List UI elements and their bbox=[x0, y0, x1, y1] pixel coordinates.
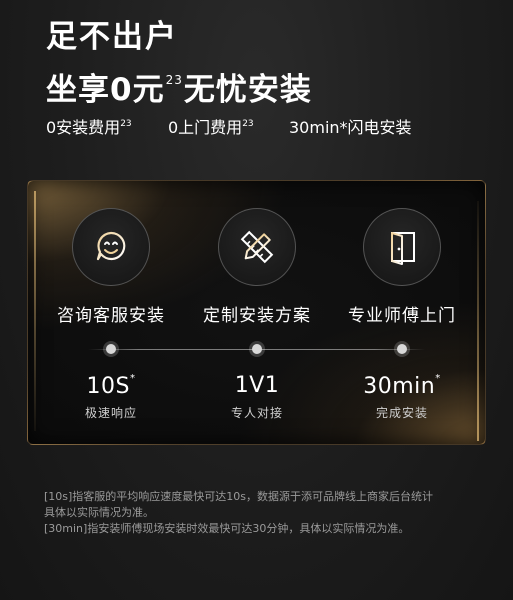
headline-line2: 坐享0元23无忧安装 bbox=[46, 60, 312, 110]
timeline-dot bbox=[252, 344, 262, 354]
service-stat-caption: 完成安装 bbox=[375, 406, 428, 420]
feature-list: 0安装费用23 0上门费用23 30min*闪电安装 bbox=[46, 114, 412, 138]
feature-sup: 23 bbox=[242, 119, 254, 129]
feature-label: 30min*闪电安装 bbox=[289, 118, 412, 137]
service-stat-caption: 极速响应 bbox=[84, 406, 137, 420]
timeline-dot bbox=[106, 344, 116, 354]
headline: 足不出户 坐享0元23无忧安装 bbox=[46, 18, 312, 110]
service-stat: 1V1 bbox=[182, 373, 332, 398]
door-icon bbox=[363, 208, 441, 286]
stat-value: 30min bbox=[363, 374, 436, 399]
feature-item: 0上门费用23 bbox=[168, 114, 289, 138]
service-label: 定制安装方案 bbox=[203, 306, 311, 326]
headline-line2-pre: 坐享0元 bbox=[46, 72, 165, 108]
phone-smile-icon bbox=[72, 208, 150, 286]
feature-sup: 23 bbox=[120, 119, 132, 129]
feature-label: 0上门费用 bbox=[168, 118, 243, 137]
stat-sup: * bbox=[435, 373, 441, 384]
headline-line2-post: 无忧安装 bbox=[183, 72, 312, 108]
stat-value: 10S bbox=[86, 374, 130, 399]
headline-line1: 足不出户 bbox=[46, 19, 178, 55]
service-label: 咨询客服安装 bbox=[57, 306, 165, 326]
pencil-ruler-icon bbox=[218, 208, 296, 286]
service-label: 专业师傅上门 bbox=[348, 306, 456, 326]
service-stat-caption: 专人对接 bbox=[230, 406, 283, 420]
stat-sup: * bbox=[129, 373, 136, 384]
stat-value: 1V1 bbox=[234, 373, 280, 398]
footnote-line: 具体以实际情况为准。 bbox=[44, 506, 154, 519]
service-stat: 30min* bbox=[327, 373, 477, 399]
feature-item: 30min*闪电安装 bbox=[289, 114, 412, 138]
timeline-dot bbox=[397, 344, 407, 354]
footnote-line: [10s]指客服的平均响应速度最快可达10s，数据源于添可品牌线上商家后台统计 bbox=[44, 490, 434, 503]
headline-sup: 23 bbox=[165, 73, 183, 87]
service-stat: 10S* bbox=[36, 373, 186, 399]
feature-item: 0安装费用23 bbox=[46, 114, 168, 138]
feature-label: 0安装费用 bbox=[46, 118, 121, 137]
footnotes: [10s]指客服的平均响应速度最快可达10s，数据源于添可品牌线上商家后台统计 … bbox=[44, 489, 489, 537]
footnote-line: [30min]指安装师傅现场安装时效最快可达30分钟，具体以实际情况为准。 bbox=[44, 522, 410, 535]
service-card: 咨询客服安装 10S* 极速响应 定制安装方案 1V1 专人对接 专业师傅上门 … bbox=[27, 180, 486, 445]
